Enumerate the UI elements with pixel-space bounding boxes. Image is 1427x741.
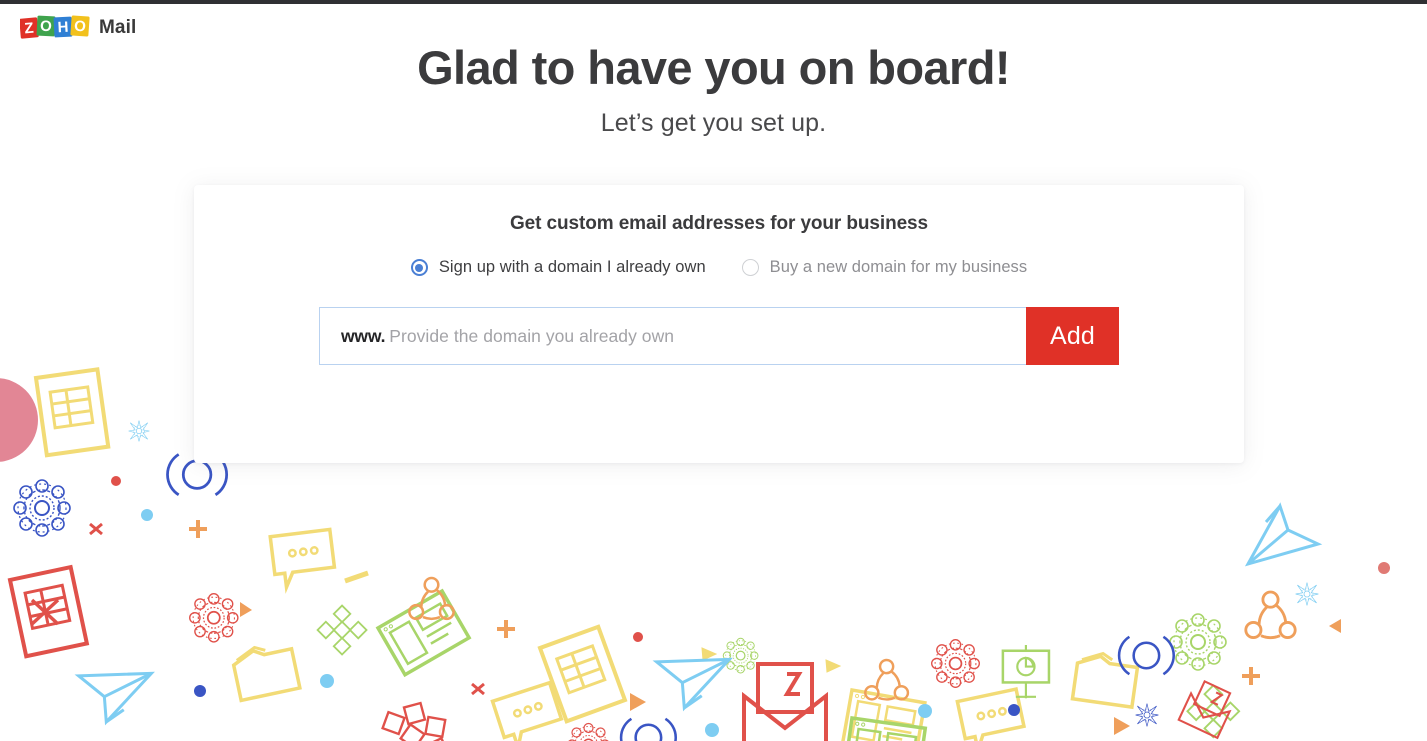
radio-option-new-domain[interactable]: Buy a new domain for my business [741, 258, 1028, 277]
svg-text:H: H [57, 19, 69, 37]
brand-logo[interactable]: Z O H O Mail [20, 15, 137, 40]
radio-label-existing-domain: Sign up with a domain I already own [438, 258, 706, 276]
domain-input-box[interactable]: www. [319, 307, 1026, 365]
www-prefix-label: www. [341, 325, 386, 346]
svg-text:O: O [40, 18, 53, 36]
svg-text:O: O [74, 18, 87, 36]
radio-unselected-icon[interactable] [741, 259, 759, 276]
zoho-logo-icon: Z O H O [20, 15, 90, 40]
radio-label-new-domain: Buy a new domain for my business [769, 258, 1028, 276]
onboarding-page: Z O H O Mail Glad to have you on board! … [0, 0, 1427, 741]
hero-section: Glad to have you on board! Let’s get you… [0, 41, 1427, 138]
radio-selected-icon[interactable] [410, 259, 428, 276]
radio-option-existing-domain[interactable]: Sign up with a domain I already own [410, 258, 706, 277]
product-name: Mail [99, 17, 137, 38]
domain-input[interactable] [385, 308, 1026, 364]
domain-setup-card: Get custom email addresses for your busi… [194, 185, 1244, 463]
domain-option-group: Sign up with a domain I already own Buy … [194, 258, 1244, 277]
top-accent-bar [0, 0, 1427, 4]
card-title: Get custom email addresses for your busi… [510, 213, 928, 234]
svg-text:Z: Z [24, 20, 35, 38]
page-subtitle: Let’s get you set up. [600, 108, 827, 137]
page-title: Glad to have you on board! [417, 41, 1010, 94]
add-domain-button[interactable]: Add [1026, 307, 1119, 365]
domain-entry-row: www. Add [319, 307, 1119, 365]
